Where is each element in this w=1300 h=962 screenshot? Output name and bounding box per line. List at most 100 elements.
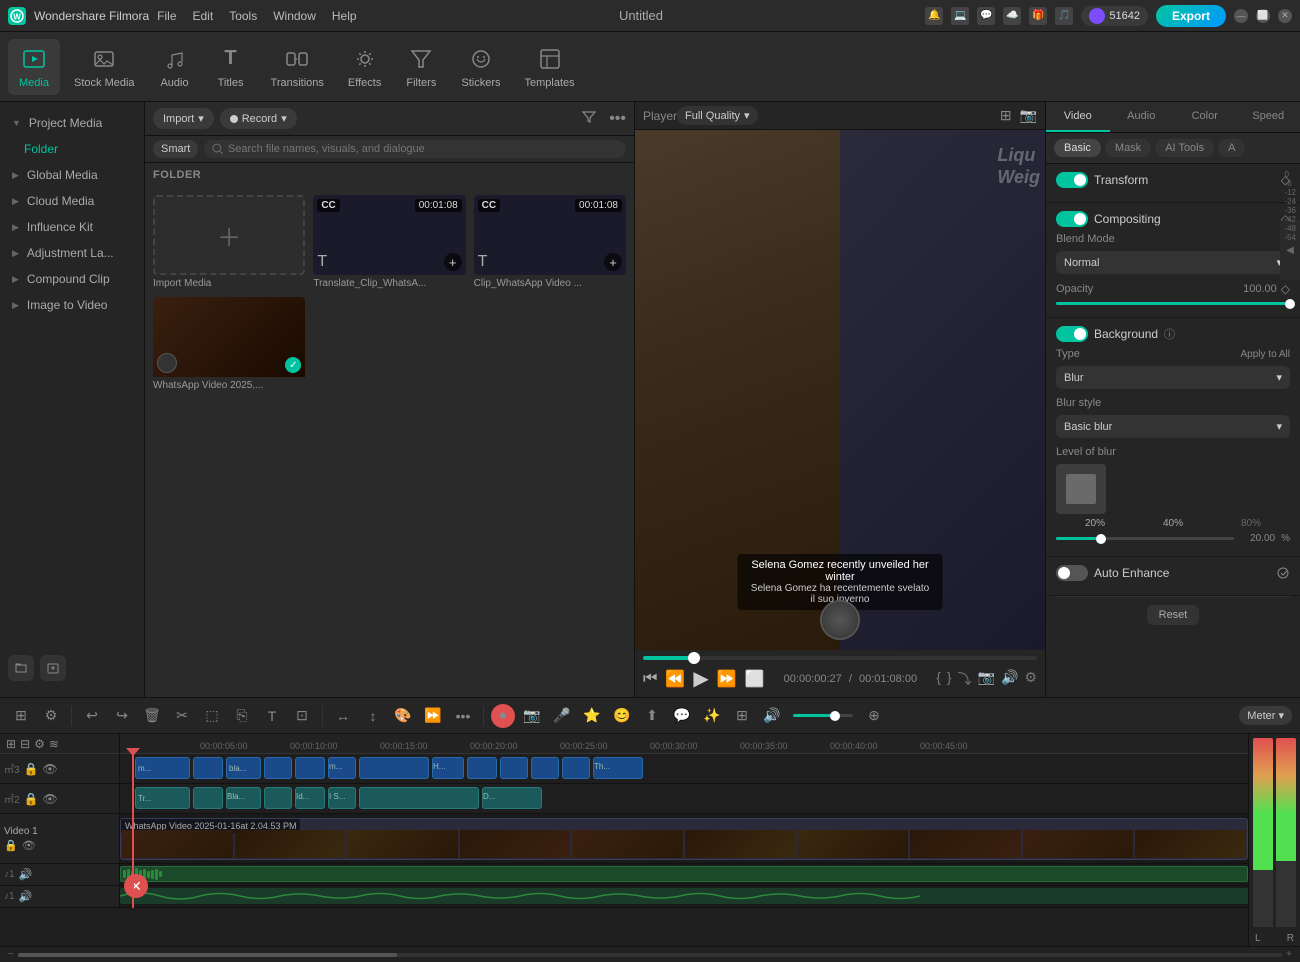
- media-card-clip[interactable]: 00:01:08 CC T + Clip_WhatsApp Video ...: [474, 195, 626, 289]
- track-3-lock[interactable]: 🔒: [24, 762, 39, 776]
- effects-tl-button[interactable]: ✨: [699, 703, 725, 729]
- sticker-tl-button[interactable]: ⭐: [579, 703, 605, 729]
- record-button[interactable]: Record ▾: [220, 108, 297, 129]
- tab-video[interactable]: Video: [1046, 102, 1110, 132]
- more-timeline-btn[interactable]: •••: [450, 703, 476, 729]
- import-button[interactable]: Import ▾: [153, 108, 214, 129]
- clip-2-8[interactable]: D...: [482, 787, 542, 809]
- media-add-clip[interactable]: +: [604, 253, 622, 271]
- skip-back-button[interactable]: ⏮: [643, 670, 657, 688]
- user-badge[interactable]: 51642: [1081, 6, 1148, 26]
- toolbar-templates[interactable]: Templates: [514, 39, 584, 95]
- redo-button[interactable]: ↪: [109, 703, 135, 729]
- import-media-card[interactable]: ＋ Import Media: [153, 195, 305, 289]
- clip-2-5[interactable]: Id...: [295, 787, 325, 809]
- opacity-expand-icon[interactable]: ◇: [1281, 282, 1290, 296]
- menu-tools[interactable]: Tools: [229, 9, 257, 23]
- quality-select[interactable]: Full Quality ▾: [677, 106, 758, 125]
- reset-button[interactable]: Reset: [1147, 605, 1200, 625]
- media-card-whatsapp[interactable]: 00:01:08 ✓ WhatsApp Video 2025,...: [153, 297, 305, 391]
- main-video-clip[interactable]: WhatsApp Video 2025-01-16at 2.04.53 PM: [120, 818, 1248, 860]
- speed-button[interactable]: ⏩: [420, 703, 446, 729]
- clip-3-1[interactable]: m...: [135, 757, 190, 779]
- music-icon[interactable]: 🎵: [1055, 7, 1073, 25]
- mic-button[interactable]: 🎤: [549, 703, 575, 729]
- video1-lock[interactable]: 🔒: [4, 839, 18, 852]
- media-card-translate[interactable]: 00:01:08 CC T + Translate_Clip_WhatsA...: [313, 195, 465, 289]
- fullscreen-button[interactable]: ⬜: [745, 669, 765, 689]
- preview-timeline[interactable]: [643, 656, 1037, 660]
- add-track-button[interactable]: ⊞: [8, 703, 34, 729]
- message-icon[interactable]: 💬: [977, 7, 995, 25]
- clip-3-12[interactable]: [562, 757, 590, 779]
- toolbar-media[interactable]: Media: [8, 39, 60, 95]
- clip-2-1[interactable]: Tr...: [135, 787, 190, 809]
- audio-tl-button[interactable]: ⬆: [639, 703, 665, 729]
- crop-button[interactable]: ⊡: [289, 703, 315, 729]
- sidebar-item-global-media[interactable]: ▶ Global Media: [0, 162, 144, 188]
- text-button[interactable]: T: [259, 703, 285, 729]
- track-2-lock[interactable]: 🔒: [24, 792, 39, 806]
- transform-toggle[interactable]: [1056, 172, 1088, 188]
- frame-back-button[interactable]: ⏪: [665, 669, 685, 689]
- clip-3-2[interactable]: [193, 757, 223, 779]
- export-button[interactable]: Export: [1156, 5, 1226, 27]
- compositing-toggle[interactable]: [1056, 211, 1088, 227]
- cloud-icon[interactable]: ☁️: [1003, 7, 1021, 25]
- frame-forward-button[interactable]: ⏩: [717, 669, 737, 689]
- copy-button[interactable]: ⬚: [199, 703, 225, 729]
- audio1-mute[interactable]: 🔊: [19, 868, 33, 881]
- tab-audio[interactable]: Audio: [1110, 102, 1174, 132]
- delete-button[interactable]: 🗑: [139, 703, 165, 729]
- play-button[interactable]: ▶: [693, 666, 708, 691]
- audio1b-mute[interactable]: 🔊: [19, 890, 33, 903]
- background-toggle[interactable]: [1056, 326, 1088, 342]
- clip-3-6[interactable]: m...: [328, 757, 356, 779]
- clip-2-3[interactable]: Bla...: [226, 787, 261, 809]
- zoom-bar[interactable]: [18, 953, 1282, 957]
- sidebar-item-influence-kit[interactable]: ▶ Influence Kit: [0, 214, 144, 240]
- audio-icon[interactable]: 🔊: [1001, 669, 1018, 689]
- mark-out-icon[interactable]: }: [947, 669, 952, 689]
- clip-2-7[interactable]: [359, 787, 479, 809]
- search-input[interactable]: [228, 143, 618, 155]
- timeline-setting-button[interactable]: ⚙: [38, 703, 64, 729]
- clip-3-4[interactable]: [264, 757, 292, 779]
- blur-style-select[interactable]: Basic blur ▾: [1056, 415, 1290, 438]
- clip-2-6[interactable]: I S...: [328, 787, 356, 809]
- snapshot-icon[interactable]: 📷: [1020, 107, 1037, 124]
- settings-track-icon[interactable]: ⚙: [34, 737, 45, 751]
- sidebar-item-adjustment[interactable]: ▶ Adjustment La...: [0, 240, 144, 266]
- text-tl-button[interactable]: 💬: [669, 703, 695, 729]
- volume-slider[interactable]: [793, 714, 853, 717]
- emoji-button[interactable]: 😊: [609, 703, 635, 729]
- cut-button[interactable]: ✂: [169, 703, 195, 729]
- maximize-button[interactable]: ⬜: [1256, 9, 1270, 23]
- sub-tab-ai-tools[interactable]: AI Tools: [1155, 139, 1214, 157]
- volume-up-button[interactable]: 🔊: [759, 703, 785, 729]
- sidebar-item-project-media[interactable]: ▼ Project Media: [0, 110, 144, 136]
- clip-3-8[interactable]: H...: [432, 757, 464, 779]
- sidebar-item-compound-clip[interactable]: ▶ Compound Clip: [0, 266, 144, 292]
- mark-in-icon[interactable]: {: [936, 669, 941, 689]
- clip-3-9[interactable]: [467, 757, 497, 779]
- video1-eye[interactable]: 👁: [22, 839, 36, 852]
- camera-icon[interactable]: 📷: [978, 669, 995, 689]
- toolbar-transitions[interactable]: Transitions: [261, 39, 334, 95]
- toolbar-effects[interactable]: Effects: [338, 39, 391, 95]
- record-tl-button[interactable]: ⏺: [491, 704, 515, 728]
- settings-icon[interactable]: ⚙: [1024, 669, 1037, 689]
- fullscreen-icon[interactable]: ⊞: [1000, 107, 1012, 124]
- undo-button[interactable]: ↩: [79, 703, 105, 729]
- toolbar-stickers[interactable]: Stickers: [451, 39, 510, 95]
- close-button[interactable]: ✕: [1278, 9, 1292, 23]
- menu-file[interactable]: File: [157, 9, 176, 23]
- extract-icon[interactable]: ⤵: [958, 669, 972, 689]
- tab-speed[interactable]: Speed: [1237, 102, 1300, 132]
- track-2-eye[interactable]: 👁: [43, 792, 58, 806]
- tab-color[interactable]: Color: [1173, 102, 1237, 132]
- sidebar-item-cloud-media[interactable]: ▶ Cloud Media: [0, 188, 144, 214]
- more-options-icon[interactable]: •••: [609, 110, 626, 128]
- clip-3-3[interactable]: bla...: [226, 757, 261, 779]
- type-select[interactable]: Blur ▾: [1056, 366, 1290, 389]
